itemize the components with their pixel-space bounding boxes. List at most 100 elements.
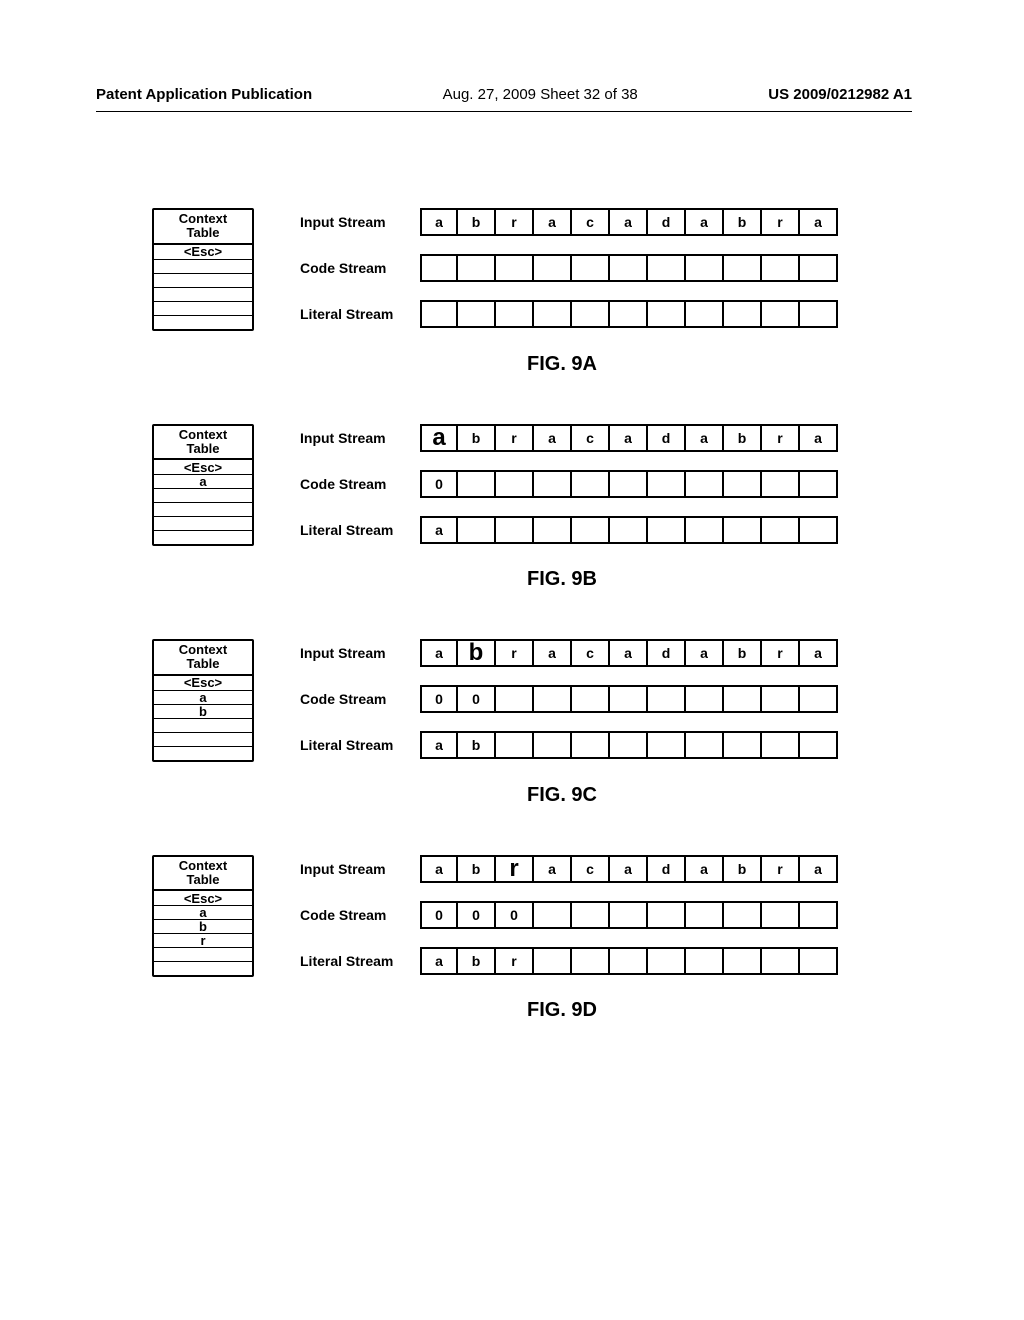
context-row: r [154,933,252,947]
input-stream-cell: b [724,208,762,236]
code-stream-cell [610,254,648,282]
code-stream-cell: 0 [420,685,458,713]
literal-stream-cell [762,947,800,975]
literal-stream-label: Literal Stream [300,737,420,753]
code-stream-row: Code Stream0 [300,470,872,498]
figures-container: ContextTable<Esc>Input Streamabracadabra… [0,80,1024,1022]
figure-caption: FIG. 9C [252,784,872,807]
input-stream-cell: r [496,424,534,452]
code-stream-cells: 0 [420,470,838,498]
context-table-title: ContextTable [154,857,252,892]
input-stream-cell: a [686,424,724,452]
literal-stream-cell [534,731,572,759]
context-table: ContextTable<Esc>abr [152,855,254,978]
input-stream-cell: r [496,208,534,236]
code-stream-cell [724,901,762,929]
input-stream-cell: r [762,424,800,452]
literal-stream-cell [762,731,800,759]
code-stream-cell [458,470,496,498]
literal-stream-label: Literal Stream [300,522,420,538]
context-row [154,259,252,273]
literal-stream-cell [610,731,648,759]
literal-stream-cell [572,731,610,759]
input-stream-cell: d [648,855,686,883]
code-stream-cells [420,254,838,282]
literal-stream-label: Literal Stream [300,306,420,322]
input-stream-label: Input Stream [300,430,420,446]
context-title-line1: Context [179,211,227,226]
input-stream-cell: a [534,424,572,452]
figure-caption: FIG. 9D [252,999,872,1022]
code-stream-label: Code Stream [300,260,420,276]
input-stream-label: Input Stream [300,645,420,661]
input-stream-cell: d [648,639,686,667]
context-title-line2: Table [187,225,220,240]
input-stream-label: Input Stream [300,861,420,877]
literal-stream-cell [572,947,610,975]
code-stream-cell: 0 [458,901,496,929]
input-stream-cells: abracadabra [420,855,838,883]
literal-stream-cell [458,516,496,544]
literal-stream-cell: a [420,947,458,975]
patent-page: Patent Application Publication Aug. 27, … [0,0,1024,1320]
literal-stream-row: Literal Streamabr [300,947,872,975]
code-stream-cell [800,254,838,282]
literal-stream-cells: a [420,516,838,544]
code-stream-cell [762,685,800,713]
literal-stream-cells [420,300,838,328]
fig-9b: ContextTable<Esc>aInput Streamabracadabr… [152,424,872,592]
input-stream-cell: a [800,855,838,883]
fig-9d: ContextTable<Esc>abrInput Streamabracada… [152,855,872,1023]
input-stream-cell: a [610,639,648,667]
header-right: US 2009/0212982 A1 [768,86,912,103]
input-stream-cell: b [458,855,496,883]
context-row [154,732,252,746]
code-stream-cell [724,470,762,498]
literal-stream-cell [534,516,572,544]
context-row [154,961,252,975]
input-stream-cell: a [610,208,648,236]
input-stream-cell: a [610,855,648,883]
literal-stream-cell [648,947,686,975]
code-stream-cells: 000 [420,901,838,929]
input-stream-cell: a [686,855,724,883]
input-stream-row: Input Streamabracadabra [300,208,872,236]
code-stream-cell [610,470,648,498]
context-title-line2: Table [187,872,220,887]
streams: Input StreamabracadabraCode Stream0Liter… [300,424,872,544]
literal-stream-cell [800,516,838,544]
literal-stream-cell [648,516,686,544]
streams: Input StreamabracadabraCode StreamLitera… [300,208,872,328]
input-stream-row: Input Streamabracadabra [300,639,872,667]
code-stream-label: Code Stream [300,476,420,492]
context-title-line2: Table [187,441,220,456]
literal-stream-cell [686,300,724,328]
literal-stream-cell [724,731,762,759]
literal-stream-cell [534,947,572,975]
input-stream-cell: r [762,208,800,236]
input-stream-cell: a [420,855,458,883]
input-stream-cells: abracadabra [420,424,838,452]
input-stream-cell: a [534,208,572,236]
code-stream-cell: 0 [420,470,458,498]
literal-stream-cell [572,300,610,328]
code-stream-label: Code Stream [300,691,420,707]
code-stream-cell [496,254,534,282]
context-table-title: ContextTable [154,426,252,461]
code-stream-cell [572,470,610,498]
input-stream-cell: c [572,639,610,667]
figure-row: ContextTable<Esc>abrInput Streamabracada… [152,855,872,978]
literal-stream-cell [800,300,838,328]
fig-9a: ContextTable<Esc>Input Streamabracadabra… [152,208,872,376]
literal-stream-cell [458,300,496,328]
code-stream-cell [496,685,534,713]
input-stream-cell: c [572,208,610,236]
literal-stream-cell [686,947,724,975]
literal-stream-cell: a [420,731,458,759]
input-stream-cell: b [458,424,496,452]
input-stream-cell: r [496,855,534,883]
header-rule [96,111,912,112]
code-stream-cell [610,901,648,929]
code-stream-row: Code Stream00 [300,685,872,713]
literal-stream-cell [610,947,648,975]
